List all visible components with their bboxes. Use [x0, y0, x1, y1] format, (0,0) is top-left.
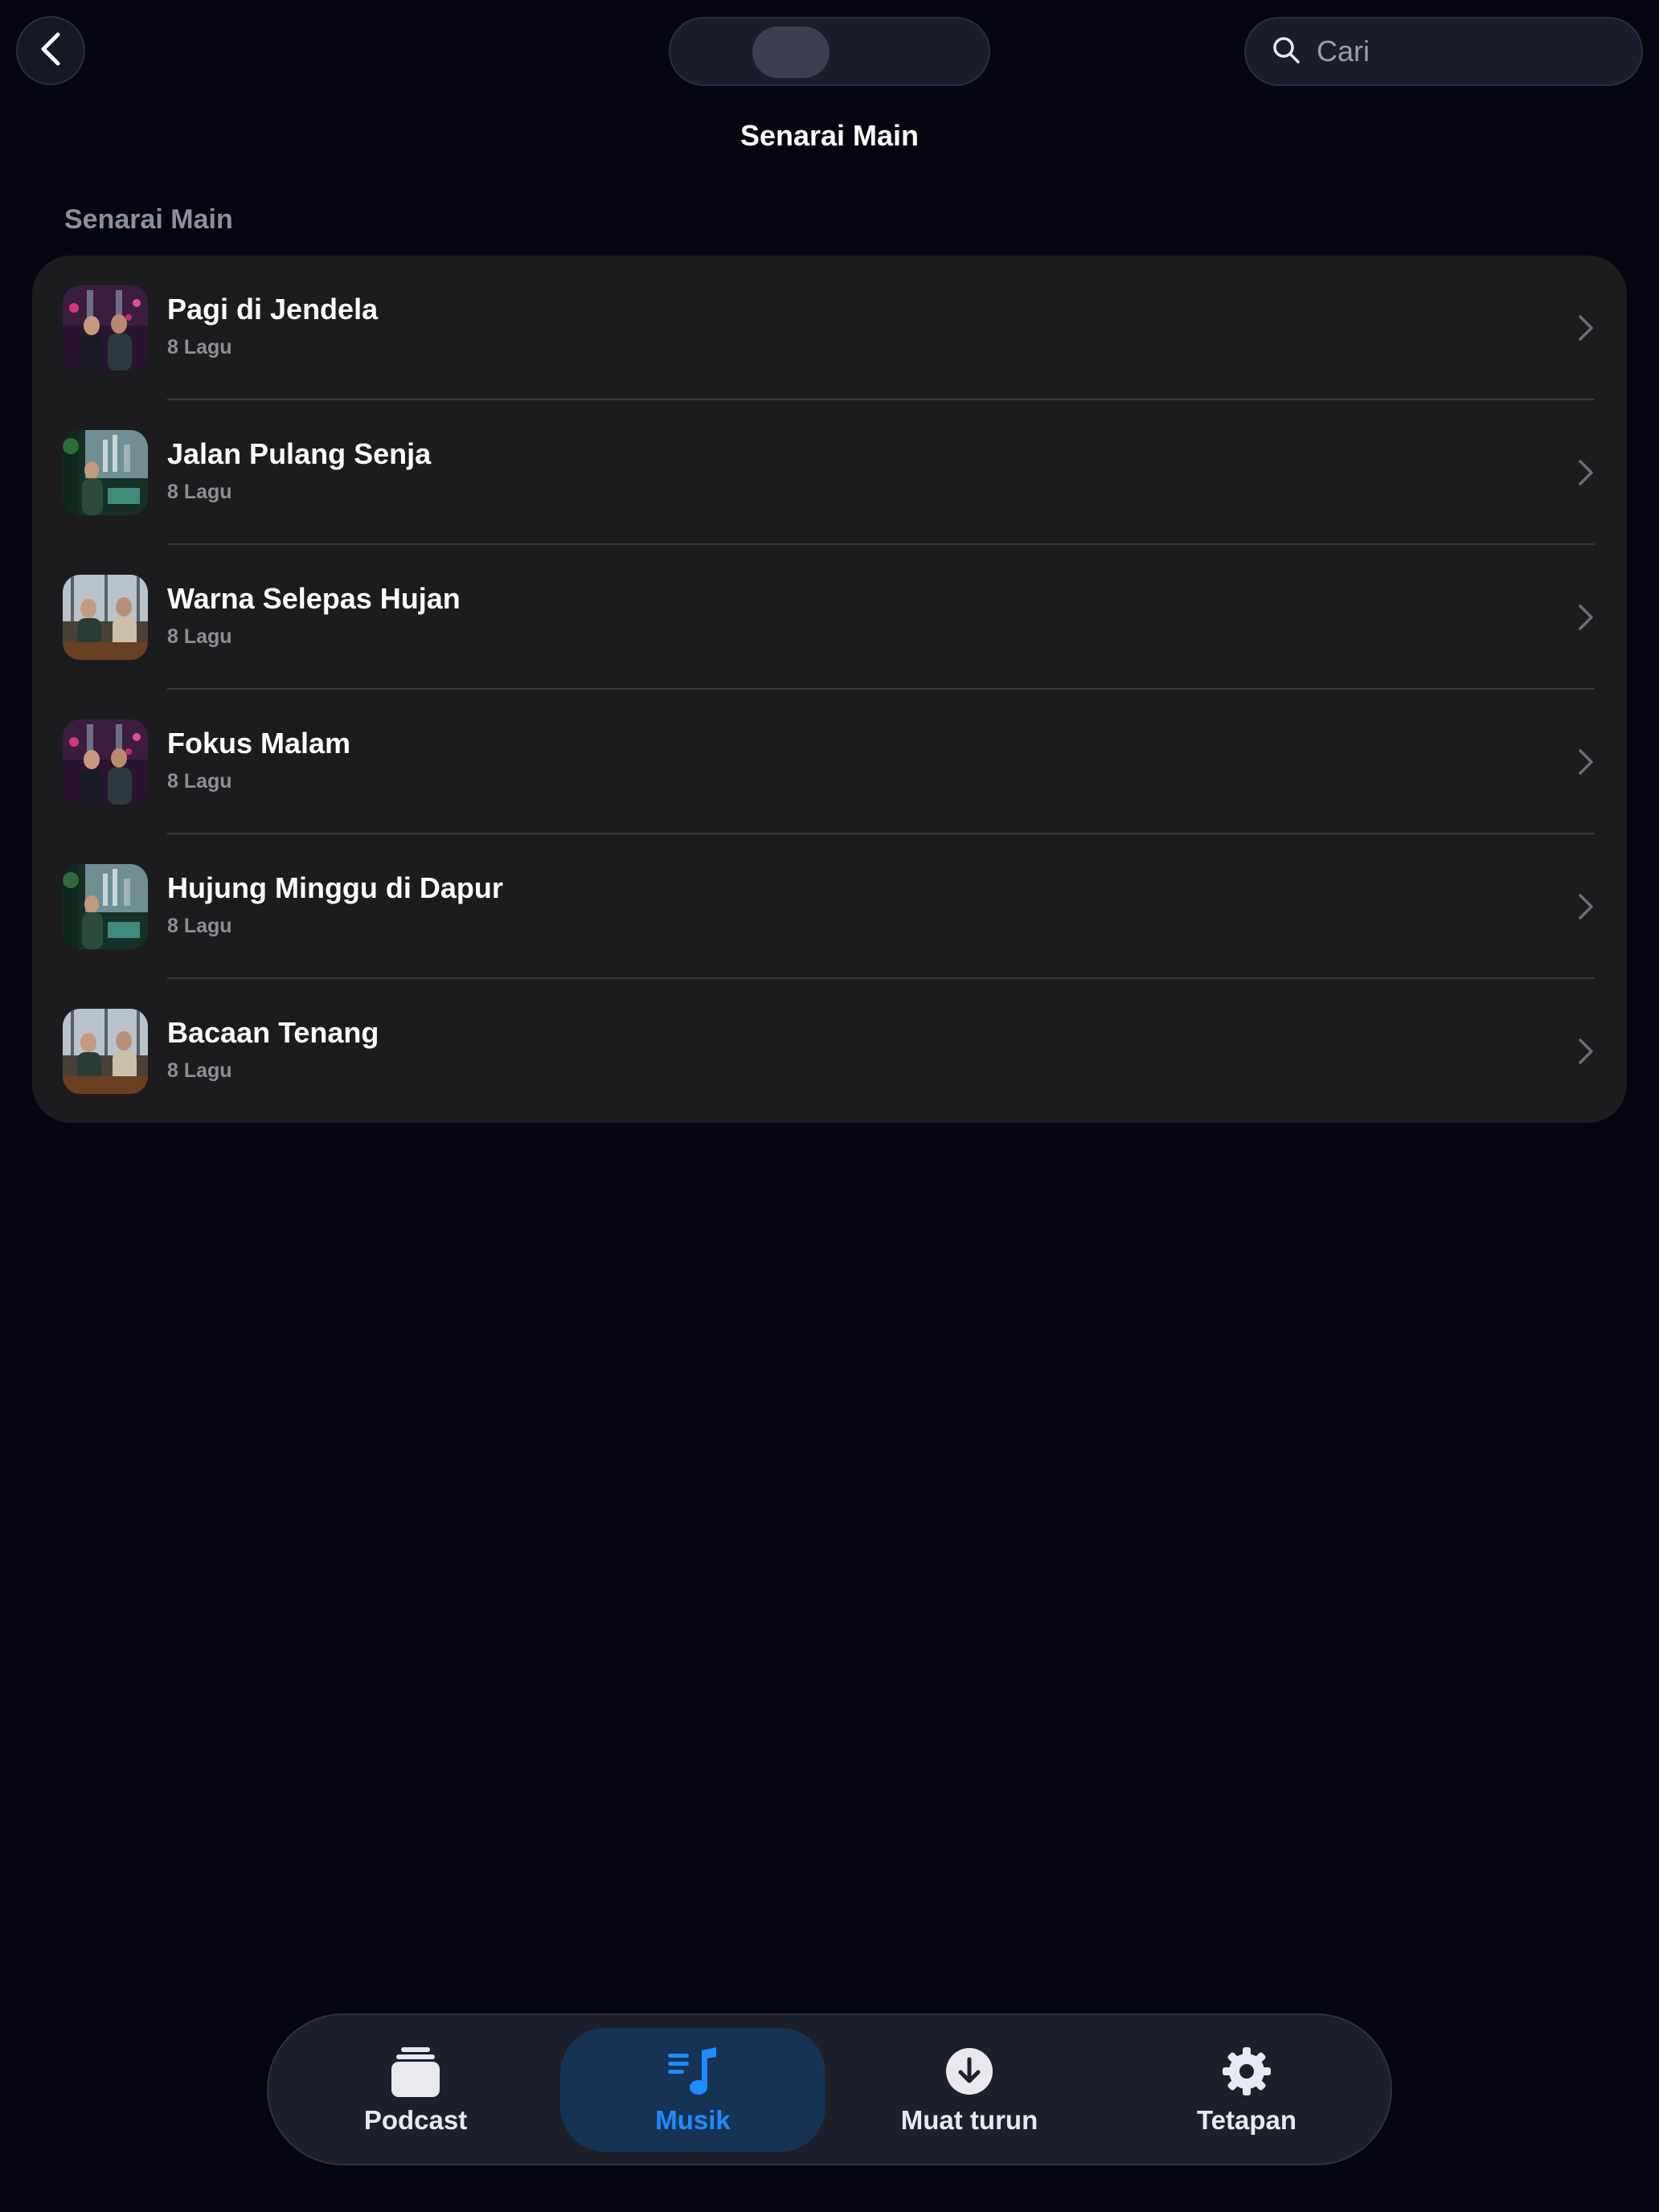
tab-tetapan[interactable]: Tetapan — [1114, 2028, 1379, 2152]
playlist-artwork — [63, 1009, 148, 1094]
chevron-right-icon — [1579, 894, 1593, 920]
tab-label: Podcast — [363, 2105, 468, 2135]
playlist-row[interactable]: Jalan Pulang Senja 8 Lagu — [32, 400, 1627, 545]
tab-label: Musik — [655, 2105, 731, 2135]
playlist-title: Pagi di Jendela — [167, 293, 379, 326]
search-field[interactable] — [1244, 17, 1643, 86]
playlist-song-count: 8 Lagu — [167, 1059, 232, 1082]
playlist-row[interactable]: Hujung Minggu di Dapur 8 Lagu — [32, 834, 1627, 979]
back-button[interactable] — [16, 16, 85, 85]
playlist-artwork — [63, 864, 148, 949]
playlist-song-count: 8 Lagu — [167, 336, 232, 358]
playlist-artwork — [63, 719, 148, 805]
tab-label: Muat turun — [900, 2105, 1038, 2135]
stack-icon — [390, 2044, 441, 2099]
tab-bar: Podcast Musik Muat turun Tetapan — [267, 2013, 1392, 2165]
tab-label: Tetapan — [1196, 2105, 1297, 2135]
download-icon — [944, 2044, 994, 2099]
playlist-song-count: 8 Lagu — [167, 915, 232, 937]
page-title: Senarai Main — [739, 119, 920, 152]
playlist-artwork — [63, 575, 148, 660]
playlist-list: Pagi di Jendela 8 Lagu Jalan Pulang Senj… — [32, 256, 1627, 1123]
chevron-left-icon — [39, 31, 63, 71]
tab-muat-turun[interactable]: Muat turun — [837, 2028, 1102, 2152]
chevron-right-icon — [1579, 315, 1593, 341]
gear-icon — [1221, 2044, 1272, 2099]
segmented-control-knob[interactable] — [752, 27, 830, 78]
playlist-title: Fokus Malam — [167, 727, 351, 760]
chevron-right-icon — [1579, 460, 1593, 485]
chevron-right-icon — [1579, 1038, 1593, 1064]
playlist-song-count: 8 Lagu — [167, 770, 232, 793]
playlist-artwork — [63, 285, 148, 371]
search-icon — [1272, 35, 1301, 68]
playlist-artwork — [63, 430, 148, 515]
playlist-row[interactable]: Bacaan Tenang 8 Lagu — [32, 979, 1627, 1123]
playlist-title: Bacaan Tenang — [167, 1016, 379, 1049]
playlist-song-count: 8 Lagu — [167, 481, 232, 503]
section-title: Senarai Main — [64, 204, 233, 235]
chevron-right-icon — [1579, 604, 1593, 630]
search-input[interactable] — [1315, 34, 1624, 69]
playlist-row[interactable]: Warna Selepas Hujan 8 Lagu — [32, 545, 1627, 690]
tab-podcast[interactable]: Podcast — [283, 2028, 548, 2152]
playlist-row[interactable]: Pagi di Jendela 8 Lagu — [32, 256, 1627, 400]
chevron-right-icon — [1579, 749, 1593, 775]
music-note-icon — [666, 2044, 719, 2099]
playlist-title: Jalan Pulang Senja — [167, 437, 432, 470]
playlist-title: Warna Selepas Hujan — [167, 582, 461, 615]
playlist-title: Hujung Minggu di Dapur — [167, 871, 503, 904]
playlist-row[interactable]: Fokus Malam 8 Lagu — [32, 690, 1627, 834]
tab-musik[interactable]: Musik — [560, 2028, 825, 2152]
segmented-control[interactable] — [669, 17, 990, 86]
playlist-song-count: 8 Lagu — [167, 625, 232, 648]
